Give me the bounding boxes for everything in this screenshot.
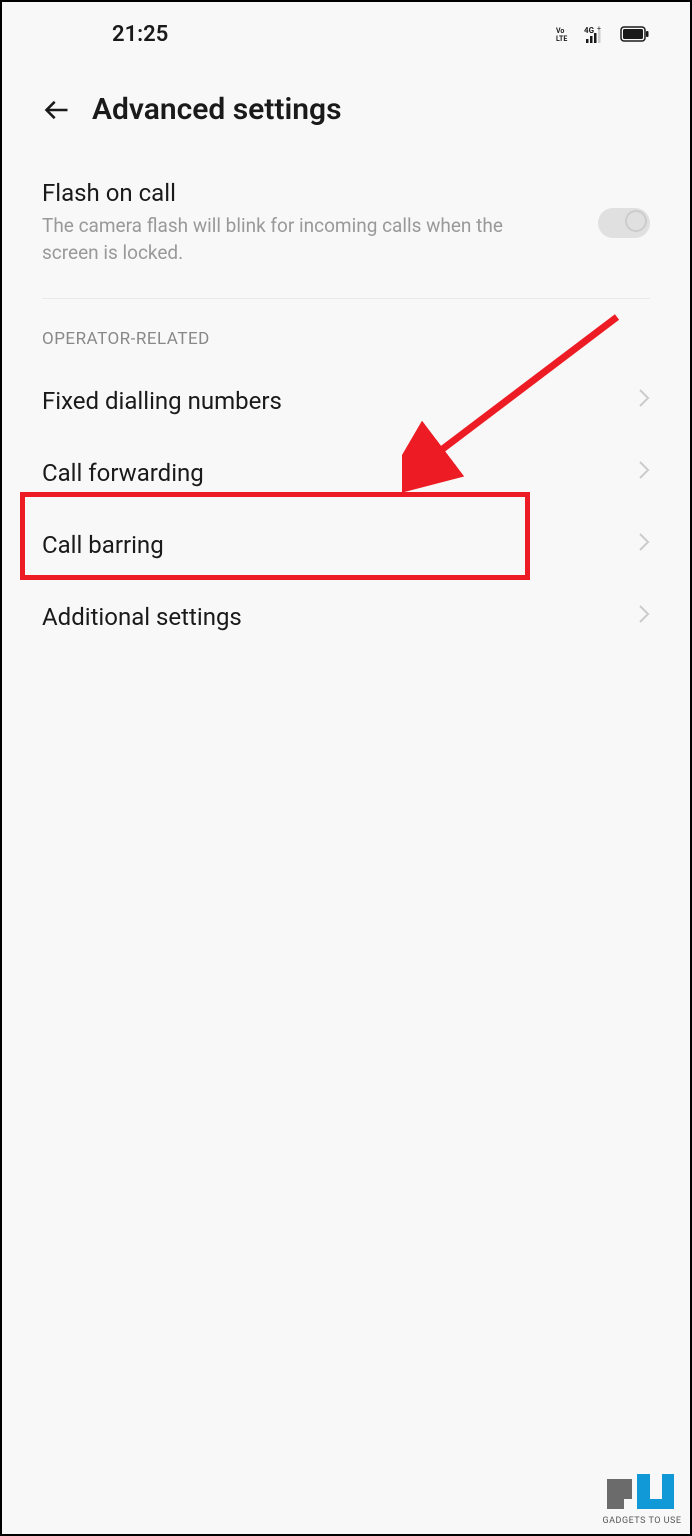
status-time: 21:25 — [112, 22, 168, 47]
additional-settings-item[interactable]: Additional settings — [2, 581, 690, 653]
flash-on-call-item[interactable]: Flash on call The camera flash will blin… — [2, 157, 690, 288]
call-barring-item[interactable]: Call barring — [2, 509, 690, 581]
watermark-text: GADGETS TO USE — [603, 1516, 682, 1526]
svg-text:Vo: Vo — [556, 27, 564, 35]
status-icons: Vo LTE 4G + — [556, 25, 650, 43]
page-title: Advanced settings — [92, 92, 342, 127]
fixed-dialling-label: Fixed dialling numbers — [42, 387, 282, 415]
flash-on-call-desc: The camera flash will blink for incoming… — [42, 213, 562, 266]
chevron-right-icon — [638, 604, 650, 630]
call-forwarding-label: Call forwarding — [42, 459, 204, 487]
toggle-knob — [625, 210, 647, 232]
signal-icon: 4G + — [584, 25, 612, 43]
battery-icon — [620, 26, 650, 42]
flash-on-call-toggle[interactable] — [598, 208, 650, 238]
svg-text:LTE: LTE — [556, 35, 567, 42]
flash-on-call-title: Flash on call — [42, 179, 598, 207]
chevron-right-icon — [638, 388, 650, 414]
volte-icon: Vo LTE — [556, 26, 576, 42]
call-barring-label: Call barring — [42, 531, 164, 559]
chevron-right-icon — [638, 532, 650, 558]
chevron-right-icon — [638, 460, 650, 486]
status-bar: 21:25 Vo LTE 4G + — [2, 2, 690, 62]
additional-settings-label: Additional settings — [42, 603, 242, 631]
header: Advanced settings — [2, 62, 690, 157]
svg-text:4G: 4G — [584, 26, 595, 35]
fixed-dialling-item[interactable]: Fixed dialling numbers — [2, 365, 690, 437]
watermark: GADGETS TO USE — [602, 1464, 682, 1526]
section-header-operator: OPERATOR-RELATED — [2, 299, 690, 365]
back-button[interactable] — [42, 95, 72, 125]
arrow-left-icon — [43, 96, 71, 124]
call-forwarding-item[interactable]: Call forwarding — [2, 437, 690, 509]
watermark-logo — [602, 1464, 682, 1514]
